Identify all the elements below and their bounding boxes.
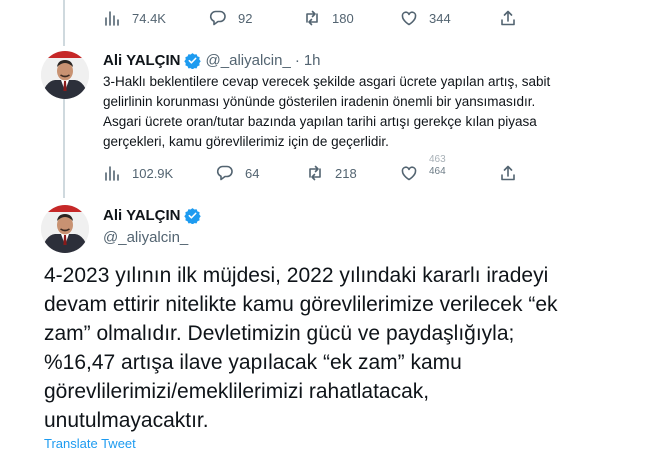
main-tweet-text: 4-2023 yılının ilk müjdesi, 2022 yılında… [44, 261, 634, 435]
author-handle[interactable]: @_aliyalcin_ [206, 52, 291, 69]
like-count-transition: 463 464 [429, 154, 446, 178]
text-line: %16,47 artışa ilave yapılacak “ek zam” k… [44, 351, 462, 374]
views-count: 102.9K [132, 165, 174, 181]
retweet-button[interactable]: 180 [303, 9, 354, 27]
reply-count: 92 [238, 10, 253, 26]
heart-icon [401, 11, 417, 26]
author-name[interactable]: Ali YALÇIN [103, 207, 181, 224]
retweet-icon [309, 165, 321, 181]
share-button[interactable] [499, 164, 517, 182]
like-count-previous: 463 [429, 154, 446, 165]
tweet-timestamp[interactable]: 1h [304, 52, 321, 69]
reply-icon [209, 10, 226, 26]
reply-tweet-text: 3-Haklı beklentilere cevap verecek şekil… [103, 72, 643, 152]
views-button[interactable]: 74.4K [103, 9, 166, 27]
reply-tweet-actions: 102.9K 64 218 [103, 164, 523, 184]
author-name[interactable]: Ali YALÇIN [103, 52, 181, 69]
views-button[interactable]: 102.9K [103, 164, 173, 182]
share-icon [501, 165, 515, 181]
retweet-button[interactable]: 218 [306, 164, 357, 182]
like-button[interactable]: 344 [400, 9, 451, 27]
thread-line-top [63, 0, 65, 46]
reply-button[interactable]: 92 [209, 9, 252, 27]
text-line: 3-Haklı beklentilere cevap verecek şekil… [103, 74, 551, 89]
text-line: devam ettirir nitelikte kamu görevlileri… [44, 293, 558, 316]
profile-photo [41, 51, 89, 99]
analytics-icon [105, 11, 119, 26]
like-button[interactable] [400, 164, 418, 182]
reply-icon [216, 165, 233, 181]
text-line: zam” olmalıdır. Devletimizin gücü ve pay… [44, 322, 515, 345]
like-count: 344 [429, 10, 451, 26]
heart-icon [401, 166, 417, 181]
avatar[interactable] [41, 205, 89, 253]
analytics-icon [105, 166, 119, 181]
text-line: unutulmayacaktır. [44, 409, 209, 432]
main-tweet-header: Ali YALÇIN [103, 207, 201, 224]
thread-line-middle [63, 98, 65, 198]
views-count: 74.4K [132, 10, 166, 26]
top-tweet-actions: 74.4K 92 180 344 [103, 9, 523, 29]
avatar[interactable] [41, 51, 89, 99]
profile-photo [41, 205, 89, 253]
retweet-icon [306, 10, 318, 26]
share-button[interactable] [499, 9, 517, 27]
reply-tweet-header: Ali YALÇIN @_aliyalcin_ · 1h [103, 52, 321, 69]
retweet-count: 180 [332, 10, 354, 26]
text-line: gelirlinin korunması yönünde gösterilen … [103, 94, 536, 109]
text-line: görevlilerimizi/emeklilerimizi rahatlata… [44, 380, 430, 403]
author-handle[interactable]: @_aliyalcin_ [103, 229, 188, 246]
text-line: 4-2023 yılının ilk müjdesi, 2022 yılında… [44, 264, 549, 287]
verified-badge-icon [183, 208, 201, 224]
share-icon [501, 10, 515, 26]
retweet-count: 218 [335, 165, 357, 181]
like-count: 464 [429, 166, 446, 177]
text-line: gerçekleri, kamu görevlilerimiz için de … [103, 134, 389, 149]
verified-badge-icon [183, 53, 201, 69]
separator-dot: · [294, 52, 300, 69]
reply-count: 64 [245, 165, 260, 181]
reply-button[interactable]: 64 [216, 164, 259, 182]
text-line: Asgari ücrete oran/tutar bazında yapılan… [103, 114, 537, 129]
